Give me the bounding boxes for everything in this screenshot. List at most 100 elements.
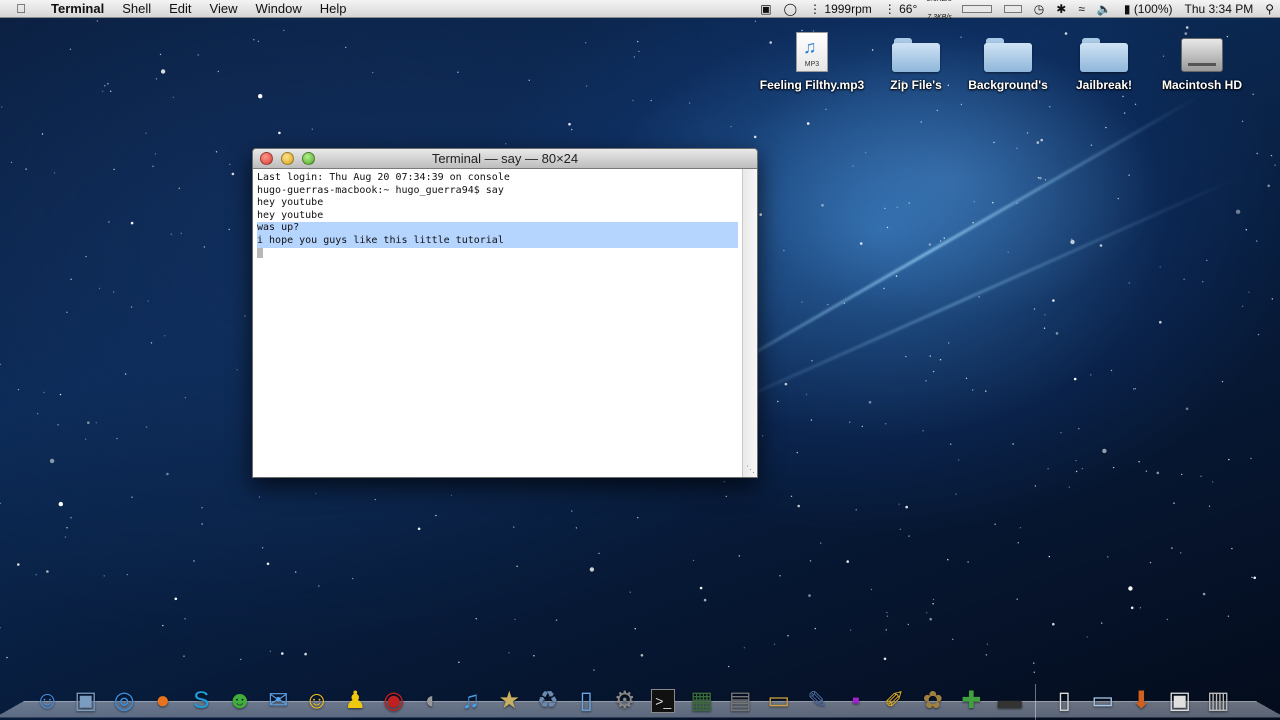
star [723, 480, 725, 483]
folder-dock-icon[interactable]: ▭ [1084, 682, 1123, 720]
adium-icon[interactable]: ☻ [221, 682, 260, 720]
aim-icon[interactable]: ♟ [336, 682, 375, 720]
star [1235, 209, 1241, 214]
safari-icon[interactable]: ◎ [105, 682, 144, 720]
cpu-graph[interactable] [998, 0, 1028, 18]
firefox-icon[interactable]: ● [144, 682, 183, 720]
skype-icon[interactable]: S [182, 682, 221, 720]
menu-window[interactable]: Window [247, 0, 311, 18]
star [640, 654, 644, 657]
menu-shell[interactable]: Shell [113, 0, 160, 18]
system-prefs-icon[interactable]: ⚙ [606, 682, 645, 720]
star [759, 213, 762, 216]
temperature[interactable]: ⋮ 66° [878, 0, 924, 18]
gimp-icon-glyph: ✿ [922, 687, 943, 714]
itunes-icon[interactable]: ♫ [452, 682, 491, 720]
clock[interactable]: Thu 3:34 PM [1179, 0, 1260, 18]
zoom-button[interactable] [302, 152, 315, 165]
desktop-icon-feeling-filthy[interactable]: ♫ MP3 Feeling Filthy.mp3 [757, 28, 867, 92]
star [939, 359, 942, 361]
star [905, 505, 908, 509]
app-menu-terminal[interactable]: Terminal [42, 0, 113, 18]
desktop-icon-macintosh-hd[interactable]: Macintosh HD [1147, 28, 1257, 92]
menu-view[interactable]: View [201, 0, 247, 18]
network-speed[interactable]: 2.0KB/s 7.3KB/s [923, 0, 956, 27]
menu-edit[interactable]: Edit [160, 0, 200, 18]
star [846, 560, 849, 563]
star [1227, 615, 1230, 617]
preview-icon[interactable]: ▣ [67, 682, 106, 720]
eye-icon[interactable]: ◯ [778, 0, 803, 18]
window-titlebar[interactable]: Terminal — say — 80×24 [253, 149, 757, 169]
star [805, 393, 808, 396]
monitor-icon[interactable]: ▬ [991, 682, 1030, 720]
star [1073, 377, 1077, 381]
star [810, 419, 813, 421]
imovie-icon[interactable]: ★ [490, 682, 529, 720]
close-button[interactable] [260, 152, 273, 165]
gimp-icon[interactable]: ✿ [914, 682, 953, 720]
star [1270, 154, 1273, 157]
star [555, 619, 558, 621]
memory-graph[interactable] [956, 0, 998, 18]
star [787, 635, 789, 637]
document-icon[interactable]: ▯ [1045, 682, 1084, 720]
star [1248, 291, 1250, 293]
star [885, 629, 887, 631]
minimize-button[interactable] [281, 152, 294, 165]
bluetooth-icon[interactable]: ✱ [1050, 0, 1072, 18]
apple-menu-icon[interactable]:  [0, 1, 42, 16]
star [1078, 428, 1080, 430]
dvd-player-icon[interactable]: ◐ [413, 682, 452, 720]
battery-status[interactable]: ▮ (100%) [1118, 0, 1179, 18]
scrollbar[interactable] [742, 169, 757, 477]
desktop-icon-backgrounds[interactable]: Background's [953, 28, 1063, 92]
ichat-icon[interactable]: ✉ [259, 682, 298, 720]
star [17, 388, 20, 391]
terminal-line: Last login: Thu Aug 20 07:34:39 on conso… [257, 172, 510, 183]
terminal-content[interactable]: Last login: Thu Aug 20 07:34:39 on conso… [253, 169, 743, 477]
paint-icon[interactable]: ✐ [875, 682, 914, 720]
trash-utility-icon[interactable]: ♻ [529, 682, 568, 720]
star [170, 233, 172, 235]
volume-icon[interactable]: 🔈 [1091, 0, 1118, 18]
star [229, 163, 231, 166]
star [450, 494, 453, 497]
trash-icon[interactable]: ▥ [1199, 682, 1238, 720]
trash-icon-glyph: ▥ [1206, 687, 1230, 714]
xcode-icon-glyph: ✎ [807, 687, 828, 714]
star [1033, 671, 1036, 673]
star [1211, 481, 1214, 483]
photo-booth-icon[interactable]: ▤ [721, 682, 760, 720]
record-icon[interactable]: ◉ [375, 682, 414, 720]
downloads-icon[interactable]: ⬇ [1122, 682, 1161, 720]
star [1016, 147, 1018, 149]
fan-speed[interactable]: ⋮ 1999rpm [803, 0, 878, 18]
purple-app-icon-glyph: ▪ [851, 687, 860, 714]
menu-help[interactable]: Help [311, 0, 356, 18]
star [203, 246, 205, 248]
xcode-icon[interactable]: ✎ [798, 682, 837, 720]
star [113, 291, 115, 293]
star [1122, 95, 1124, 98]
purple-app-icon[interactable]: ▪ [837, 682, 876, 720]
star [1145, 470, 1148, 472]
film-icon[interactable]: ▦ [683, 682, 722, 720]
resize-grip-icon[interactable]: ⋱ [746, 464, 755, 475]
drive-icon[interactable]: ▯ [567, 682, 606, 720]
paint-icon-glyph: ✐ [884, 687, 905, 714]
terminal-icon[interactable]: >_ [644, 682, 683, 720]
calculator-icon[interactable]: ▭ [760, 682, 799, 720]
puzzle-icon[interactable]: ✚ [952, 682, 991, 720]
messenger-icon[interactable]: ☺ [298, 682, 337, 720]
wifi-icon[interactable]: ≈ [1072, 0, 1091, 18]
finder-icon[interactable]: ☺ [28, 682, 67, 720]
time-machine-icon[interactable]: ◷ [1028, 0, 1050, 18]
terminal-window[interactable]: Terminal — say — 80×24 Last login: Thu A… [252, 148, 758, 478]
desktop-icon-jailbreak[interactable]: Jailbreak! [1049, 28, 1159, 92]
spotlight-icon[interactable]: ⚲ [1259, 0, 1280, 18]
document-icon-glyph: ▯ [1057, 687, 1071, 714]
star [870, 588, 873, 591]
screen-record-icon[interactable]: ▣ [754, 0, 777, 18]
pdf-icon[interactable]: ▣ [1161, 682, 1200, 720]
